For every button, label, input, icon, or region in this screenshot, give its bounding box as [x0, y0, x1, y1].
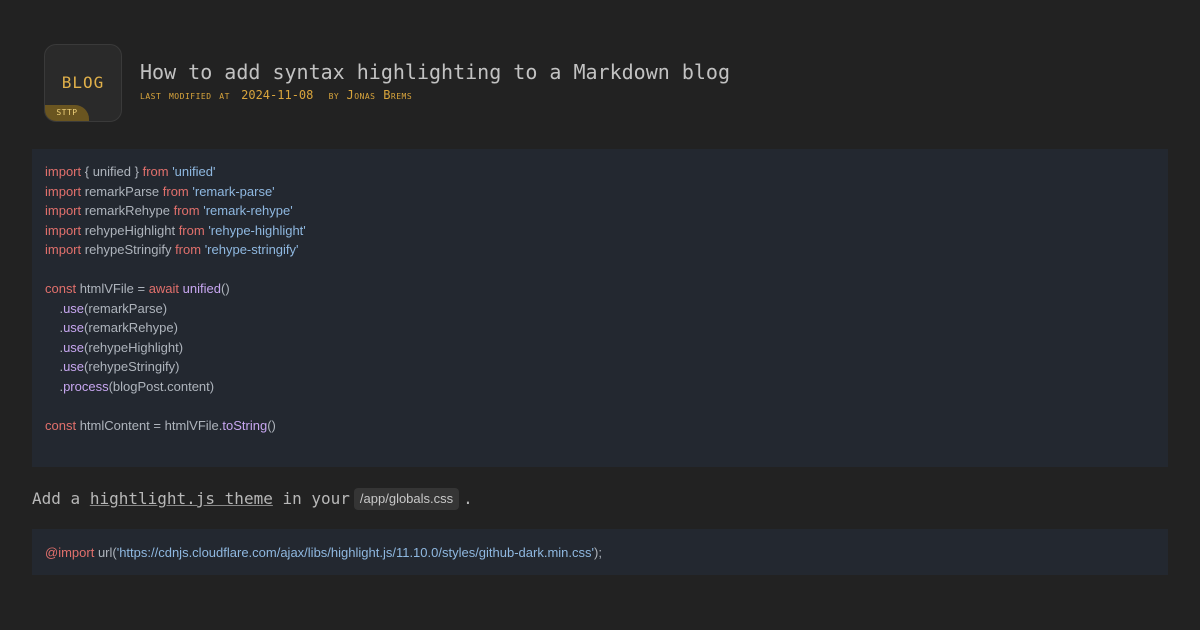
- code-token-kw: await: [148, 281, 180, 296]
- code-block-css-import[interactable]: @import url('https://cdnjs.cloudflare.co…: [32, 529, 1168, 575]
- code-token-plain: .: [45, 339, 64, 355]
- code-token-plain: (rehypeHighlight): [84, 339, 184, 355]
- code-token-kw: from: [175, 242, 202, 257]
- code-token-plain: (): [220, 281, 230, 296]
- code-line: const htmlVFile = await unified(): [45, 279, 1155, 299]
- code-token-plain: (blogPost.content): [108, 378, 215, 394]
- code-token-plain: htmlVFile =: [76, 281, 149, 296]
- code-token-str: 'https://cdnjs.cloudflare.com/ajax/libs/…: [116, 545, 594, 560]
- code-token-plain: (remarkRehype): [84, 320, 178, 335]
- code-token-plain: rehypeHighlight: [81, 222, 179, 238]
- inline-code-globals-css: /app/globals.css: [353, 488, 460, 510]
- code-token-plain: .: [45, 378, 64, 394]
- post-header: BLOG STTP How to add syntax highlighting…: [44, 44, 730, 122]
- code-line: import remarkRehype from 'remark-rehype': [45, 201, 1155, 221]
- title-block: How to add syntax highlighting to a Mark…: [140, 60, 730, 102]
- code-token-kw: const: [45, 417, 77, 433]
- blog-logo[interactable]: BLOG STTP: [44, 44, 122, 122]
- code-token-kw: from: [178, 222, 205, 238]
- code-token-fn: process: [63, 378, 109, 394]
- code-token-kw: import: [45, 164, 82, 179]
- code-line: .use(remarkParse): [45, 299, 1155, 319]
- code-token-plain: (remarkParse): [84, 300, 168, 316]
- code-line: import { unified } from 'unified': [45, 162, 1155, 182]
- code-token-str: 'remark-rehype': [203, 203, 293, 218]
- code-token-plain: htmlContent = htmlVFile.: [76, 417, 223, 433]
- paragraph-text-middle: in your: [282, 489, 350, 508]
- code-token-plain: { unified }: [81, 164, 143, 179]
- code-token-kw: from: [162, 183, 189, 199]
- code-token-kw: import: [45, 183, 82, 199]
- meta-by: by: [328, 88, 340, 102]
- post-date: 2024-11-08: [241, 88, 314, 102]
- paragraph-text-before: Add a: [32, 489, 81, 508]
- code-line: .use(rehypeHighlight): [45, 338, 1155, 358]
- code-token-str: 'rehype-stringify': [204, 242, 299, 257]
- code-token-str: 'remark-parse': [192, 183, 275, 199]
- code-token-str: 'rehype-highlight': [208, 222, 306, 238]
- code-token-plain: .: [45, 359, 64, 374]
- logo-badge: STTP: [45, 105, 89, 121]
- code-token-fn: use: [63, 359, 85, 374]
- code-token-plain: );: [594, 545, 602, 560]
- logo-text: BLOG: [61, 73, 105, 92]
- code-line: const htmlContent = htmlVFile.toString(): [45, 416, 1155, 436]
- theme-paragraph: Add a hightlight.js theme in your /app/g…: [32, 487, 473, 511]
- highlightjs-theme-link[interactable]: hightlight.js theme: [90, 487, 273, 511]
- code-line: import rehypeHighlight from 'rehype-high…: [45, 221, 1155, 241]
- post-meta: last modified at 2024-11-08 by Jonas Bre…: [140, 88, 730, 102]
- page-title: How to add syntax highlighting to a Mark…: [140, 60, 731, 84]
- code-token-fn: use: [63, 339, 85, 355]
- code-token-kw: from: [173, 203, 200, 218]
- code-token-plain: url(: [94, 545, 117, 560]
- code-token-plain: .: [45, 300, 64, 316]
- code-line: import rehypeStringify from 'rehype-stri…: [45, 240, 1155, 260]
- code-token-plain: remarkParse: [81, 183, 163, 199]
- code-token-fn: use: [63, 300, 85, 316]
- code-token-kw: from: [142, 164, 169, 179]
- paragraph-text-after: .: [463, 489, 473, 508]
- code-line: @import url('https://cdnjs.cloudflare.co…: [45, 543, 1155, 563]
- meta-prefix: last modified at: [140, 88, 230, 102]
- code-line: import remarkParse from 'remark-parse': [45, 182, 1155, 202]
- code-block-imports[interactable]: import { unified } from 'unified' import …: [32, 149, 1168, 467]
- code-token-plain: (rehypeStringify): [84, 359, 180, 374]
- code-token-kw: import: [45, 203, 82, 218]
- code-token-plain: .: [45, 320, 64, 335]
- post-author[interactable]: Jonas Brems: [346, 88, 412, 102]
- code-line: .process(blogPost.content): [45, 377, 1155, 397]
- code-token-plain: rehypeStringify: [81, 242, 176, 257]
- code-token-fn: use: [63, 320, 85, 335]
- code-line: .use(rehypeStringify): [45, 357, 1155, 377]
- code-token-kw: const: [45, 281, 77, 296]
- code-token-kw: @import: [45, 545, 95, 560]
- code-token-kw: import: [45, 222, 82, 238]
- code-token-fn: toString: [222, 417, 268, 433]
- code-token-plain: (): [267, 417, 276, 433]
- code-token-str: 'unified': [172, 164, 216, 179]
- code-token-fn: unified: [182, 281, 221, 296]
- code-line: .use(remarkRehype): [45, 318, 1155, 338]
- code-token-kw: import: [45, 242, 82, 257]
- code-token-plain: remarkRehype: [81, 203, 174, 218]
